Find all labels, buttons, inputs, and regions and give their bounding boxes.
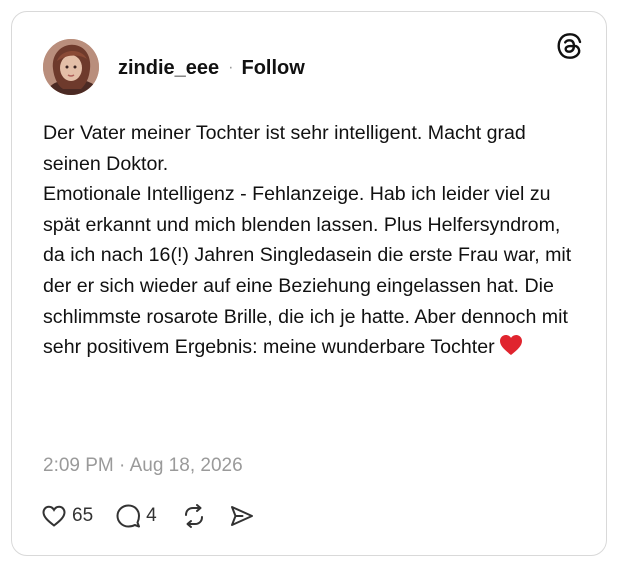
separator-dot: · — [228, 59, 234, 76]
speech-bubble-icon — [116, 504, 141, 528]
post-body-text: Der Vater meiner Tochter ist sehr intell… — [43, 122, 572, 359]
like-count: 65 — [72, 505, 94, 526]
post-header: zindie_eee · Follow — [118, 56, 305, 80]
repost-button[interactable] — [181, 503, 207, 529]
like-button[interactable]: 65 — [41, 504, 93, 528]
send-icon — [230, 506, 253, 526]
repost-icon — [184, 504, 203, 528]
share-button[interactable] — [229, 503, 255, 529]
red-heart-emoji — [499, 334, 523, 366]
reply-count: 4 — [146, 505, 157, 526]
avatar[interactable] — [43, 39, 99, 95]
post-body: Der Vater meiner Tochter ist sehr intell… — [43, 118, 583, 366]
post-card: zindie_eee · Follow Der Vater meiner Toc… — [11, 11, 607, 556]
post-timestamp[interactable]: 2:09 PM · Aug 18, 2026 — [43, 453, 243, 479]
heart-outline-icon — [42, 505, 66, 527]
reply-button[interactable]: 4 — [115, 503, 157, 529]
threads-logo-icon[interactable] — [556, 32, 584, 60]
action-bar: 65 4 — [41, 501, 255, 531]
username[interactable]: zindie_eee — [118, 56, 219, 80]
follow-button[interactable]: Follow — [242, 56, 305, 80]
avatar-image — [43, 39, 99, 95]
